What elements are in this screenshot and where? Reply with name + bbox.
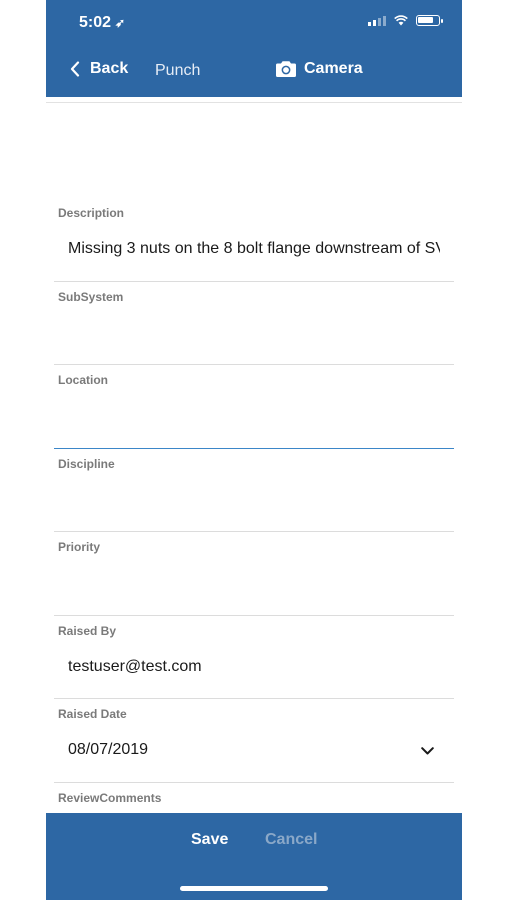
- back-label: Back: [90, 60, 129, 77]
- field-description[interactable]: Description Missing 3 nuts on the 8 bolt…: [54, 198, 454, 282]
- field-raised-by[interactable]: Raised By testuser@test.com: [54, 616, 454, 699]
- back-button[interactable]: Back: [70, 60, 128, 78]
- camera-label: Camera: [304, 60, 363, 77]
- home-indicator[interactable]: [180, 886, 328, 891]
- status-icons: [368, 15, 443, 26]
- description-input[interactable]: Missing 3 nuts on the 8 bolt flange down…: [68, 240, 440, 258]
- field-priority[interactable]: Priority: [54, 532, 454, 616]
- field-location[interactable]: Location: [54, 365, 454, 449]
- field-label: Discipline: [58, 456, 115, 471]
- field-label: Raised Date: [58, 707, 127, 721]
- cancel-button[interactable]: Cancel: [265, 831, 317, 849]
- raised-by-input[interactable]: testuser@test.com: [68, 658, 440, 676]
- field-label: ReviewComments: [58, 790, 162, 805]
- field-label: Priority: [58, 540, 101, 554]
- field-discipline[interactable]: Discipline: [54, 449, 454, 532]
- field-subsystem[interactable]: SubSystem: [54, 282, 454, 365]
- chevron-down-icon[interactable]: [421, 747, 434, 755]
- page-title: Punch: [155, 62, 201, 79]
- raised-date-picker[interactable]: 08/07/2019: [68, 741, 440, 759]
- camera-button[interactable]: Camera: [275, 60, 363, 78]
- field-label: SubSystem: [58, 289, 124, 304]
- nav-bar: Back Punch Camera: [46, 56, 462, 86]
- location-arrow-icon: ➶: [115, 16, 126, 30]
- header-divider: [46, 102, 462, 103]
- field-label: Raised By: [58, 623, 117, 638]
- status-time: 5:02 ➶: [79, 14, 125, 32]
- battery-icon: [416, 15, 443, 26]
- status-time-text: 5:02: [79, 14, 112, 31]
- wifi-icon: [394, 15, 408, 26]
- punch-form: Description Missing 3 nuts on the 8 bolt…: [54, 198, 454, 866]
- save-button[interactable]: Save: [191, 831, 228, 849]
- field-label: Location: [58, 373, 108, 387]
- cellular-signal-icon: [368, 15, 386, 26]
- top-bar: 5:02 ➶ Back Punch Camera: [46, 0, 462, 97]
- field-raised-date[interactable]: Raised Date 08/07/2019: [54, 699, 454, 783]
- phone-screen: 5:02 ➶ Back Punch Camera Description Mis…: [46, 0, 462, 900]
- chevron-left-icon: [70, 61, 80, 77]
- action-bar: Save Cancel: [46, 813, 462, 900]
- field-label: Description: [58, 206, 125, 220]
- camera-icon: [276, 61, 296, 77]
